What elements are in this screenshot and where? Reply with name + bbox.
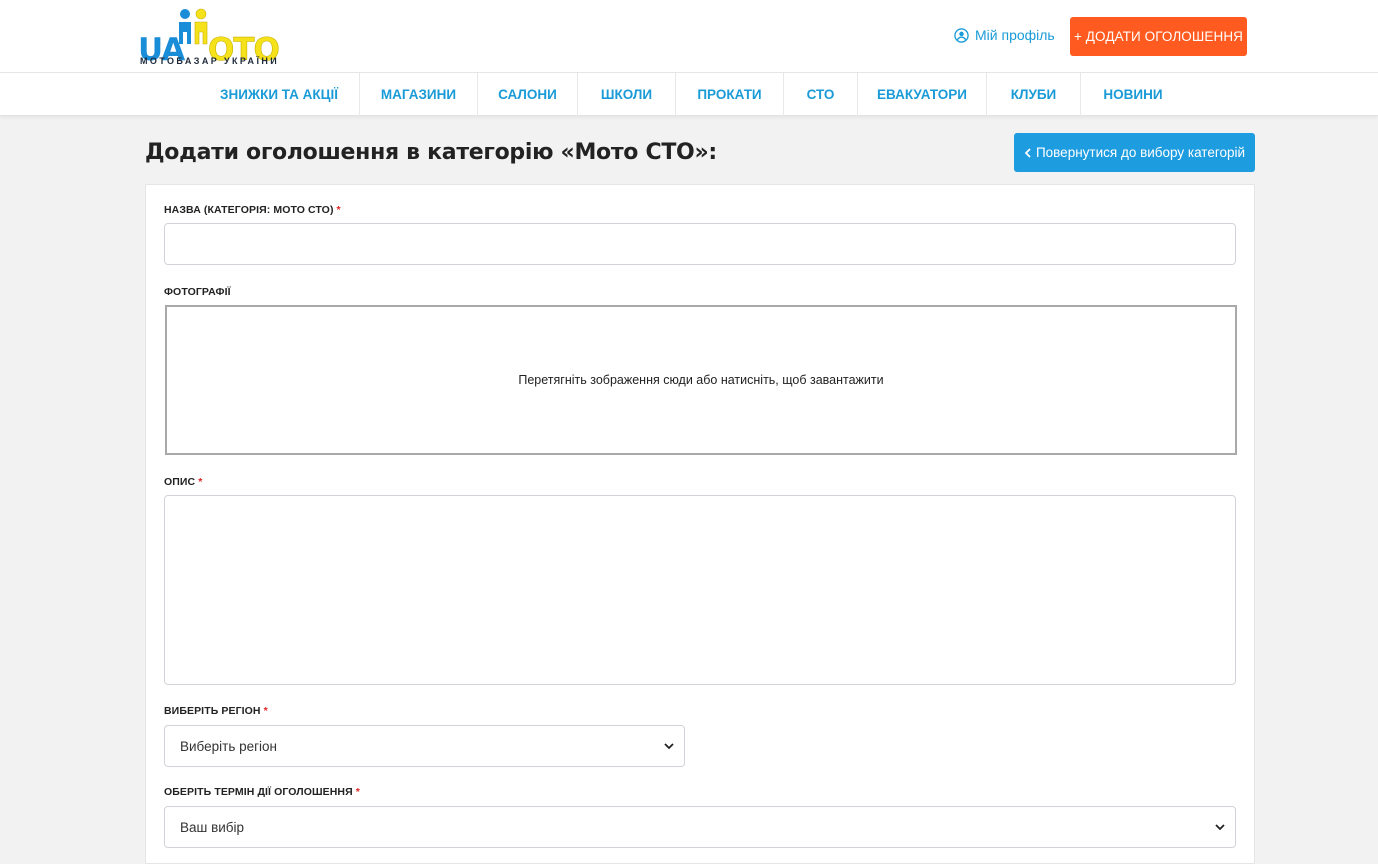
nav-item-rentals[interactable]: ПРОКАТИ	[676, 73, 784, 116]
chevron-down-icon	[1215, 824, 1225, 831]
name-field-label: НАЗВА (КАТЕГОРІЯ: МОТО СТО) *	[164, 204, 341, 216]
nav-item-discounts[interactable]: ЗНИЖКИ ТА АКЦІЇ	[199, 73, 360, 116]
required-mark: *	[355, 786, 360, 798]
back-to-categories-button[interactable]: Повернутися до вибору категорій	[1014, 133, 1255, 172]
site-header: UA OTO МОТОБАЗАР УКРАЇНИ Мій профіль + Д…	[0, 0, 1378, 73]
profile-label: Мій профіль	[975, 27, 1055, 43]
nav-item-salons[interactable]: САЛОНИ	[478, 73, 578, 116]
logo-tagline: МОТОБАЗАР УКРАЇНИ	[140, 56, 280, 66]
term-field-label: ОБЕРІТЬ ТЕРМІН ДІЇ ОГОЛОШЕННЯ *	[164, 786, 360, 798]
site-logo[interactable]: UA OTO МОТОБАЗАР УКРАЇНИ	[138, 8, 288, 70]
nav-item-clubs[interactable]: КЛУБИ	[987, 73, 1081, 116]
region-select-value: Виберіть регіон	[180, 738, 278, 754]
name-input[interactable]	[164, 223, 1236, 265]
user-circle-icon	[954, 27, 969, 43]
description-field-label: ОПИС *	[164, 476, 203, 488]
description-textarea[interactable]	[164, 495, 1236, 685]
required-mark: *	[198, 476, 203, 488]
term-select[interactable]: Ваш вибір	[164, 806, 1236, 848]
chevron-left-icon	[1024, 147, 1031, 158]
required-mark: *	[336, 204, 341, 216]
region-select[interactable]: Виберіть регіон	[164, 725, 685, 767]
logo-figures-icon	[179, 8, 208, 45]
nav-item-service[interactable]: СТО	[784, 73, 858, 116]
region-field-label: ВИБЕРІТЬ РЕГІОН *	[164, 705, 268, 717]
chevron-down-icon	[664, 743, 674, 750]
nav-item-tow-trucks[interactable]: ЕВАКУАТОРИ	[858, 73, 987, 116]
listing-form: НАЗВА (КАТЕГОРІЯ: МОТО СТО) * ФОТОГРАФІЇ …	[145, 184, 1255, 864]
required-mark: *	[263, 705, 268, 717]
term-select-value: Ваш вибір	[180, 819, 245, 835]
nav-item-shops[interactable]: МАГАЗИНИ	[360, 73, 478, 116]
photos-field-label: ФОТОГРАФІЇ	[164, 286, 231, 298]
photo-dropzone[interactable]: Перетягніть зображення сюди або натисніт…	[165, 305, 1237, 455]
page-title: Додати оголошення в категорію «Мото СТО»…	[145, 140, 717, 165]
add-listing-button[interactable]: + ДОДАТИ ОГОЛОШЕННЯ	[1070, 17, 1247, 56]
main-nav: ЗНИЖКИ ТА АКЦІЇ МАГАЗИНИ САЛОНИ ШКОЛИ ПР…	[0, 73, 1378, 116]
profile-link[interactable]: Мій профіль	[954, 27, 1055, 43]
nav-item-news[interactable]: НОВИНИ	[1081, 73, 1185, 116]
nav-item-schools[interactable]: ШКОЛИ	[578, 73, 676, 116]
dropzone-text: Перетягніть зображення сюди або натисніт…	[518, 373, 884, 387]
back-button-label: Повернутися до вибору категорій	[1035, 145, 1246, 160]
